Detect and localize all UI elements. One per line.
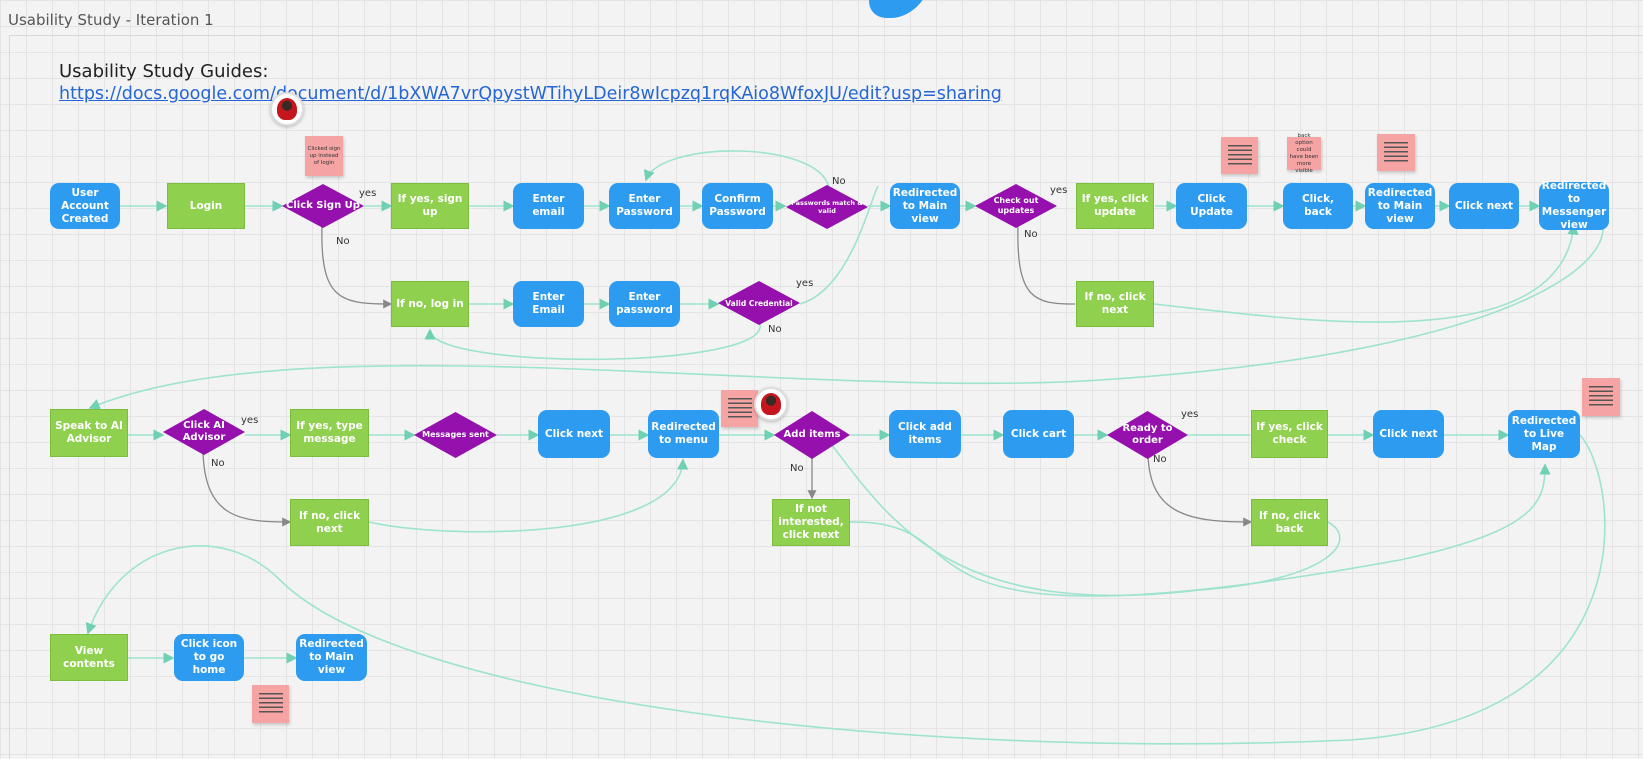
avatar-photo-icon (761, 393, 781, 415)
node-enter-password[interactable]: Enter Password (609, 183, 680, 229)
edge-label-add-no: No (790, 463, 804, 474)
edge-label-ai-yes: yes (241, 415, 259, 426)
node-redirected-live-map[interactable]: Redirected to Live Map (1508, 410, 1580, 458)
edge-label-ai-no: No (211, 458, 225, 469)
edge-label-updates-yes: yes (1050, 185, 1068, 196)
decision-passwords-match[interactable]: Passwords match & valid (786, 185, 868, 229)
edge-label-credential-yes: yes (796, 278, 814, 289)
node-if-yes-click-update[interactable]: If yes, click update (1076, 183, 1154, 229)
edge-label-passwords-no: No (832, 176, 846, 187)
node-view-contents[interactable]: View contents (50, 634, 128, 681)
board-title: Usability Study - Iteration 1 (8, 11, 214, 29)
decision-label: Valid Credential (725, 298, 793, 308)
collaborator-avatar[interactable] (270, 92, 304, 126)
decision-add-items[interactable]: Add items (774, 411, 850, 459)
node-redirected-main-2[interactable]: Redirected to Main view (1365, 183, 1435, 229)
node-enter-email[interactable]: Enter email (513, 183, 584, 229)
node-if-not-interested[interactable]: If not interested, click next (772, 499, 850, 546)
decision-label: Click AI Advisor (182, 420, 226, 443)
note-lines-icon (1227, 144, 1252, 167)
sticky-note[interactable] (1221, 137, 1258, 174)
node-if-yes-click-check[interactable]: If yes, click check (1251, 410, 1328, 458)
node-click-icon-home[interactable]: Click icon to go home (174, 634, 244, 681)
node-if-no-click-next-1[interactable]: If no, click next (1076, 281, 1154, 327)
collaborator-avatar[interactable] (754, 387, 788, 421)
node-click-cart[interactable]: Click cart (1003, 410, 1074, 458)
node-enter-password-2[interactable]: Enter password (609, 281, 680, 327)
decision-click-sign-up[interactable]: Click Sign Up (282, 184, 364, 228)
edge-label-signup-no: No (336, 236, 350, 247)
node-click-next-3[interactable]: Click next (1373, 410, 1444, 458)
decision-messages-sent[interactable]: Messages sent (414, 412, 497, 458)
sticky-note[interactable]: Clicked sign up instead of login (305, 136, 343, 176)
sticky-note[interactable] (721, 390, 758, 427)
node-if-yes-type-message[interactable]: If yes, type message (290, 409, 369, 457)
node-enter-email-2[interactable]: Enter Email (513, 281, 584, 327)
node-redirected-messenger[interactable]: Redirected to Messenger view (1539, 180, 1609, 231)
decision-label: Check out updates (993, 196, 1039, 215)
decision-valid-credential[interactable]: Valid Credential (718, 281, 800, 325)
edge-label-order-no: No (1153, 454, 1167, 465)
note-lines-icon (727, 397, 752, 420)
node-user-account-created[interactable]: User Account Created (50, 183, 120, 229)
decision-label: Click Sign Up (286, 200, 360, 211)
node-click-back[interactable]: Click, back (1283, 183, 1353, 229)
guides-label: Usability Study Guides: (59, 61, 269, 82)
node-speak-to-ai[interactable]: Speak to AI Advisor (50, 409, 128, 457)
decision-label: Passwords match & valid (791, 199, 863, 215)
decision-label: Add items (783, 429, 841, 440)
sticky-note[interactable] (1377, 134, 1415, 171)
decision-label: Ready to order (1122, 423, 1173, 446)
sticky-note[interactable] (252, 685, 289, 723)
node-if-no-click-back[interactable]: If no, click back (1251, 499, 1328, 546)
node-click-next-2[interactable]: Click next (538, 410, 610, 458)
sticky-note[interactable]: back option could have been more visible (1287, 133, 1321, 174)
avatar-photo-icon (277, 98, 297, 120)
decision-click-ai-advisor[interactable]: Click AI Advisor (163, 409, 245, 455)
edge-label-order-yes: yes (1181, 409, 1199, 420)
decision-ready-to-order[interactable]: Ready to order (1107, 411, 1188, 459)
edge-label-credential-no: No (768, 324, 782, 335)
node-redirected-main-3[interactable]: Redirected to Main view (296, 634, 367, 681)
node-login[interactable]: Login (167, 183, 245, 229)
node-if-yes-sign-up[interactable]: If yes, sign up (391, 183, 469, 229)
node-if-no-click-next-2[interactable]: If no, click next (290, 499, 369, 546)
sticky-note[interactable] (1582, 378, 1620, 416)
node-click-next-1[interactable]: Click next (1449, 183, 1519, 229)
node-redirected-menu[interactable]: Redirected to menu (648, 410, 719, 458)
node-redirected-main-1[interactable]: Redirected to Main view (890, 183, 960, 229)
decision-check-out-updates[interactable]: Check out updates (975, 184, 1057, 228)
decision-label: Messages sent (422, 430, 489, 439)
node-click-update[interactable]: Click Update (1176, 183, 1247, 229)
edge-label-updates-no: No (1024, 229, 1038, 240)
note-lines-icon (1589, 386, 1613, 408)
note-lines-icon (258, 693, 283, 715)
blue-shape[interactable] (861, 0, 927, 18)
node-confirm-password[interactable]: Confirm Password (702, 183, 773, 229)
node-if-no-log-in[interactable]: If no, log in (391, 281, 469, 327)
note-lines-icon (1384, 141, 1408, 164)
edge-label-signup-yes: yes (359, 188, 377, 199)
node-click-add-items[interactable]: Click add items (889, 410, 961, 458)
guides-link[interactable]: https://docs.google.com/document/d/1bXWA… (59, 84, 1002, 104)
